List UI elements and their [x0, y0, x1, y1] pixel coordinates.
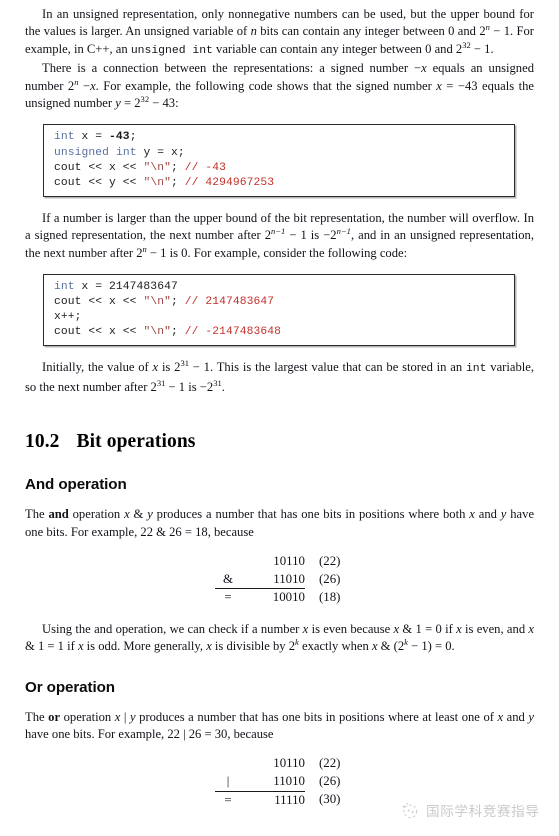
bitmath-binary: 11010 — [273, 571, 305, 586]
code-line: unsigned int y = x; — [54, 146, 185, 159]
paragraph-unsigned-representation: In an unsigned representation, only nonn… — [25, 7, 534, 57]
paragraph-overflow: If a number is larger than the upper bou… — [25, 210, 535, 260]
bitmath-or-table: 10110 (22) | 11010 (26) = 11110 (30) — [215, 755, 363, 810]
bitmath-and-table: 10110 (22) & 11010 (26) = 10010 (18) — [215, 553, 363, 607]
watermark: 国际学科竞赛指导 — [400, 800, 540, 820]
paragraph-or-operation: The or operation x | y produces a number… — [25, 709, 534, 742]
code-block-unsigned-example: int x = -43; unsigned int y = x; cout << x… — [43, 124, 515, 197]
bitmath-operator: = — [215, 588, 241, 607]
bitmath-decimal: (18) — [319, 589, 341, 604]
bitmath-row: 10110 (22) — [215, 553, 363, 571]
paragraph-and-operation: The and operation x & y produces a numbe… — [25, 507, 535, 539]
bitmath-row: & 11010 (26) — [215, 571, 363, 589]
bitmath-decimal: (22) — [319, 554, 341, 569]
bitmath-row: 10110 (22) — [215, 755, 363, 773]
subsection-or-operation: Or operation — [25, 678, 115, 696]
code-line: cout << x << "\n"; // -43 — [54, 161, 227, 174]
circle-sparkle-icon — [400, 801, 419, 820]
bitmath-row: = 11110 (30) — [215, 790, 363, 810]
code-line: cout << x << "\n"; // 2147483647 — [54, 296, 275, 309]
code-line: cout << y << "\n"; // 4294967253 — [54, 176, 275, 189]
bitmath-operator: & — [222, 571, 234, 586]
bitmath-decimal: (26) — [319, 774, 341, 789]
section-number: 10.2 — [25, 431, 60, 453]
bitmath-operator — [215, 553, 241, 571]
bitmath-operator: | — [226, 774, 230, 789]
paragraph-initial-value: Initially, the value of x is 231 − 1. Th… — [25, 358, 534, 394]
bitmath-binary: 10010 — [241, 588, 305, 607]
bitmath-binary: 11010 — [273, 774, 305, 789]
bitmath-and: 10110 (22) & 11010 (26) = 10010 (18) — [25, 553, 534, 607]
code-line: x++; — [54, 311, 82, 324]
bitmath-decimal: (30) — [319, 792, 341, 807]
code-line: cout << x << "\n"; // -2147483648 — [54, 326, 282, 339]
bitmath-row: = 10010 (18) — [215, 588, 363, 607]
code-lines: int x = -43; unsigned int y = x; cout << x… — [54, 130, 514, 190]
bitmath-decimal: (26) — [319, 571, 341, 586]
bitmath-decimal: (22) — [319, 756, 341, 771]
bitmath-binary: 10110 — [273, 554, 305, 569]
document-page: In an unsigned representation, only nonn… — [0, 0, 559, 836]
code-lines: int x = 2147483647 cout << x << "\n"; // … — [54, 280, 514, 340]
watermark-text: 国际学科竞赛指导 — [426, 804, 540, 820]
code-line: int x = 2147483647 — [54, 281, 178, 294]
subsection-and-operation: And operation — [25, 476, 127, 494]
section-title: Bit operations — [76, 431, 196, 453]
code-line: int x = -43; — [54, 131, 137, 144]
paragraph-and-divisibility: Using the and operation, we can check if… — [25, 621, 535, 654]
bitmath-binary: 11110 — [241, 790, 305, 810]
bitmath-binary: 10110 — [273, 756, 305, 771]
paragraph-signed-unsigned-connection: There is a connection between the repres… — [25, 61, 535, 111]
page-title: 10.2 Bit operations — [25, 431, 534, 453]
bitmath-operator — [215, 755, 241, 773]
page-content: In an unsigned representation, only nonn… — [25, 6, 535, 810]
bitmath-row: | 11010 (26) — [215, 773, 363, 791]
bitmath-operator: = — [215, 790, 241, 810]
code-block-overflow-example: int x = 2147483647 cout << x << "\n"; // … — [43, 274, 515, 347]
